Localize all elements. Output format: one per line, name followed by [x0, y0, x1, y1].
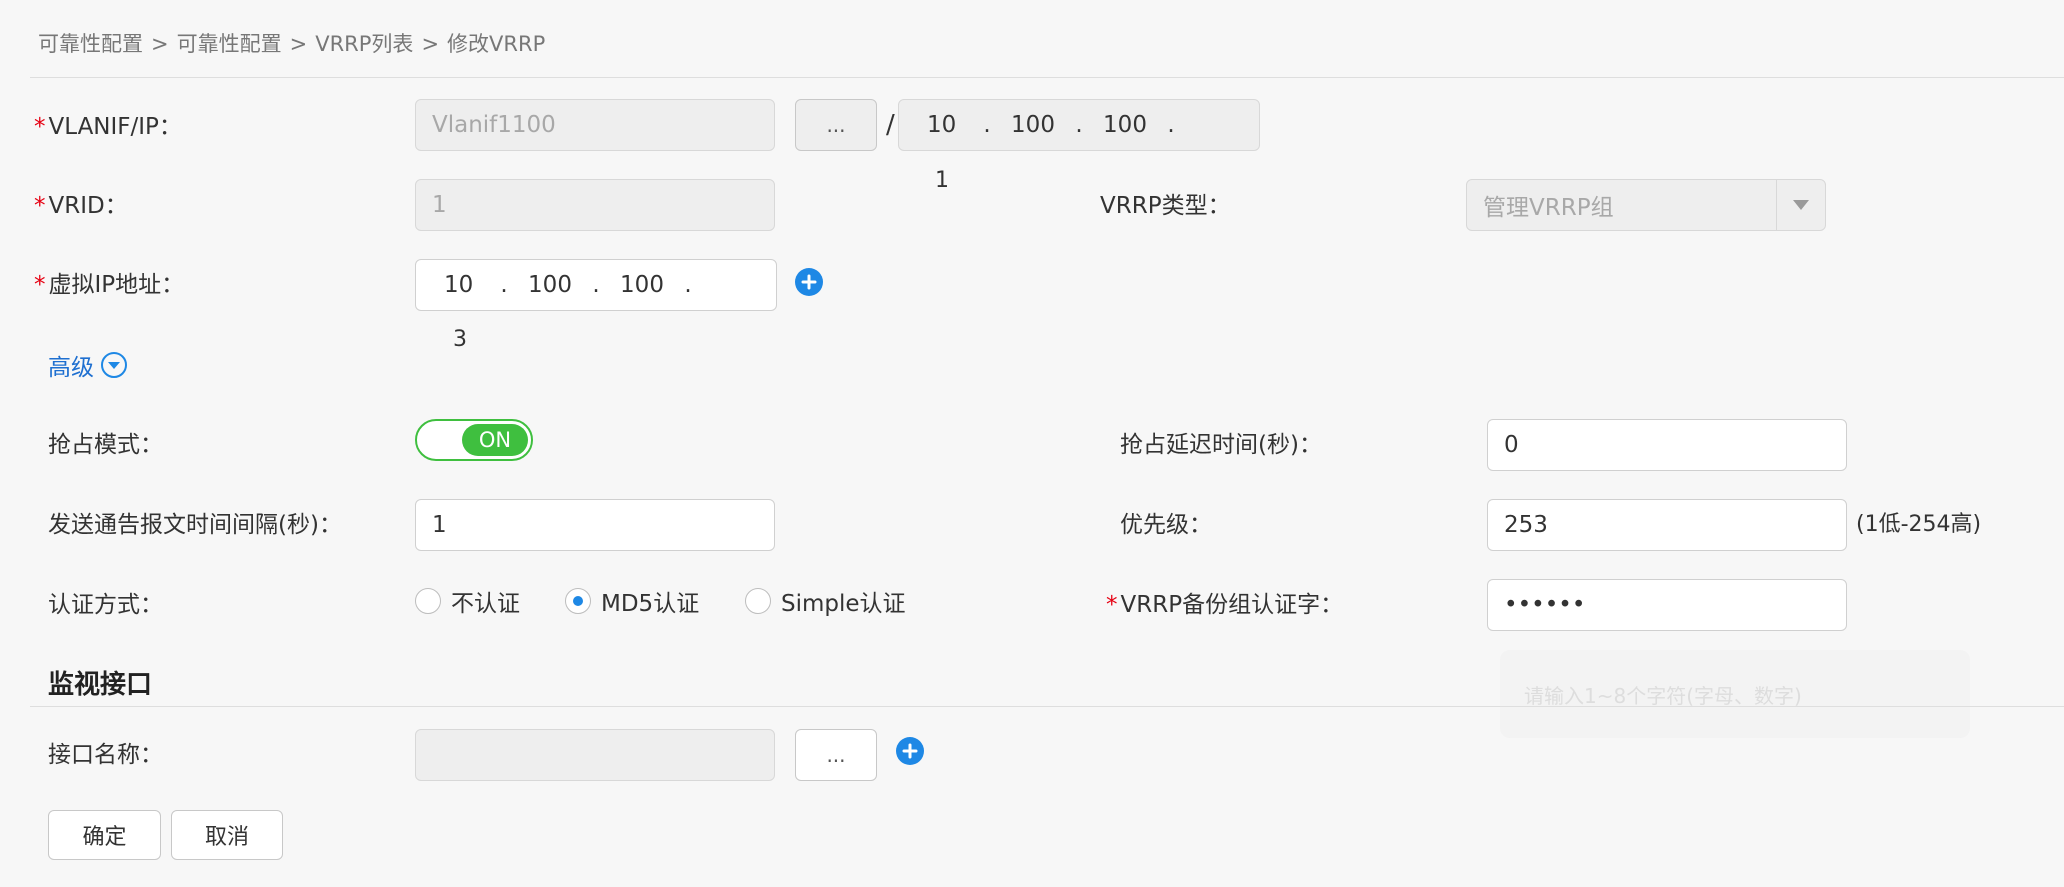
- auth-key-label: * VRRP备份组认证字：: [1106, 592, 1344, 618]
- advanced-label: 高级: [48, 355, 94, 381]
- advanced-toggle[interactable]: 高级: [48, 348, 128, 382]
- input-hint-tooltip: 请输入1~8个字符(字母、数字): [1500, 650, 1970, 738]
- breadcrumb-separator: >: [289, 32, 308, 56]
- ip-octet: 100: [1011, 112, 1055, 138]
- breadcrumb-separator: >: [421, 32, 440, 56]
- radio-circle: [745, 588, 771, 614]
- radio-circle-checked: [565, 588, 591, 614]
- cancel-button[interactable]: 取消: [171, 810, 283, 860]
- auth-key-input[interactable]: ••••••: [1487, 579, 1847, 631]
- ip-octet: 10: [444, 272, 474, 298]
- breadcrumb-current: 修改VRRP: [447, 32, 546, 56]
- breadcrumb-item[interactable]: 可靠性配置: [38, 32, 143, 56]
- radio-circle: [415, 588, 441, 614]
- interface-name-label: 接口名称：: [48, 742, 163, 768]
- add-virtual-ip-icon[interactable]: [795, 268, 823, 296]
- interface-name-input[interactable]: [415, 729, 775, 781]
- breadcrumb-separator: >: [151, 32, 169, 56]
- vlanif-input[interactable]: Vlanif1100: [415, 99, 775, 151]
- ip-octet: 100: [620, 272, 664, 298]
- advert-interval-label: 发送通告报文时间间隔(秒)：: [48, 512, 342, 538]
- ip-octet-overflow: 1: [935, 168, 949, 193]
- auth-md5-radio[interactable]: MD5认证: [565, 584, 699, 618]
- vrid-input[interactable]: 1: [415, 179, 775, 231]
- vlanif-ip-input[interactable]: 10. 100. 100.: [898, 99, 1260, 151]
- interface-pick-button[interactable]: ...: [795, 729, 877, 781]
- preempt-delay-label: 抢占延迟时间(秒)：: [1120, 432, 1322, 458]
- priority-hint: (1低-254高): [1856, 512, 1982, 537]
- ip-slash: /: [886, 110, 895, 140]
- chevron-down-circle-icon: [101, 352, 127, 378]
- preempt-mode-switch[interactable]: ON: [415, 419, 533, 461]
- priority-input[interactable]: 253: [1487, 499, 1847, 551]
- breadcrumb: 可靠性配置 > 可靠性配置 > VRRP列表 > 修改VRRP: [38, 28, 545, 58]
- breadcrumb-item[interactable]: VRRP列表: [315, 32, 413, 56]
- ip-octet: 100: [528, 272, 572, 298]
- switch-on-label: ON: [462, 424, 528, 456]
- virtual-ip-input[interactable]: 10. 100. 100.: [415, 259, 777, 311]
- auth-mode-label: 认证方式：: [48, 592, 163, 618]
- advert-interval-input[interactable]: 1: [415, 499, 775, 551]
- vrrp-type-select[interactable]: 管理VRRP组: [1466, 179, 1826, 231]
- preempt-mode-label: 抢占模式：: [48, 432, 163, 458]
- auth-simple-radio[interactable]: Simple认证: [745, 584, 906, 618]
- priority-label: 优先级：: [1120, 512, 1212, 538]
- vlanif-ip-label: * VLANIF/IP：: [34, 114, 182, 140]
- chevron-down-icon[interactable]: [1776, 180, 1825, 230]
- add-interface-icon[interactable]: [896, 737, 924, 765]
- vrid-label: * VRID：: [34, 193, 128, 219]
- monitor-section-title: 监视接口: [48, 670, 153, 700]
- auth-none-radio[interactable]: 不认证: [415, 584, 520, 618]
- ip-octet-overflow: 3: [453, 327, 467, 352]
- header-divider: [30, 77, 2064, 78]
- preempt-delay-input[interactable]: 0: [1487, 419, 1847, 471]
- ip-octet: 100: [1103, 112, 1147, 138]
- vrrp-type-label: VRRP类型：: [1100, 193, 1231, 219]
- vlanif-pick-button[interactable]: ...: [795, 99, 877, 151]
- ip-octet: 10: [927, 112, 957, 138]
- virtual-ip-label: * 虚拟IP地址：: [34, 272, 185, 298]
- breadcrumb-item[interactable]: 可靠性配置: [177, 32, 282, 56]
- section-divider: [30, 706, 2064, 707]
- confirm-button[interactable]: 确定: [48, 810, 161, 860]
- vrrp-type-value: 管理VRRP组: [1483, 195, 1614, 221]
